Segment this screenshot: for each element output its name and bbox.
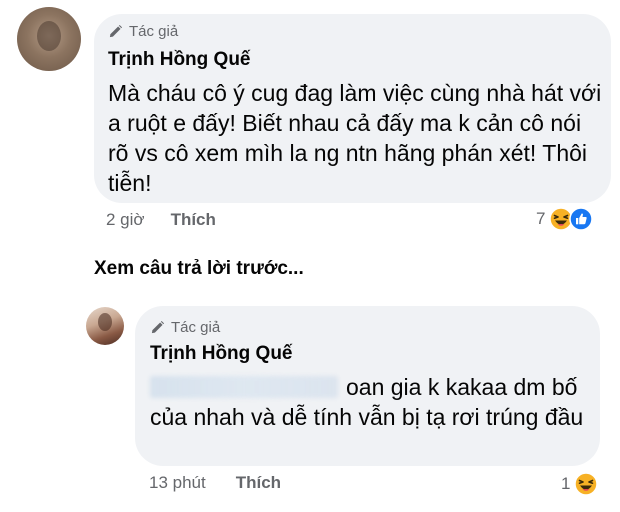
like-button[interactable]: Thích: [236, 473, 281, 493]
author-name-link[interactable]: Trịnh Hồng Quế: [108, 49, 251, 71]
comment-bubble: Tác giả Trịnh Hồng Quế oan gia k kakaa d…: [135, 306, 600, 466]
author-name-link[interactable]: Trịnh Hồng Quế: [150, 343, 293, 365]
like-button[interactable]: Thích: [171, 210, 216, 230]
blurred-mention: [150, 376, 338, 398]
reaction-summary[interactable]: 7: [536, 207, 594, 231]
author-badge-label: Tác giả: [171, 319, 221, 336]
pencil-icon: [109, 24, 123, 38]
haha-icon: [574, 472, 599, 496]
author-badge: Tác giả: [108, 23, 178, 40]
commenter-avatar[interactable]: [86, 307, 124, 345]
comment-text-block: oan gia k kakaa dm bố của nhah và dễ tín…: [150, 372, 590, 432]
comment-timestamp[interactable]: 13 phút: [149, 473, 206, 493]
comment-bubble: Tác giả Trịnh Hồng Quế Mà cháu cô ý cug …: [94, 14, 611, 203]
author-badge: Tác giả: [150, 319, 220, 336]
pencil-icon: [151, 320, 165, 334]
commenter-avatar[interactable]: [17, 7, 81, 71]
author-badge-label: Tác giả: [129, 23, 179, 40]
view-previous-replies-link[interactable]: Xem câu trả lời trước...: [94, 258, 304, 280]
comment-timestamp[interactable]: 2 giờ: [106, 210, 145, 230]
comment-meta: 2 giờ Thích: [106, 210, 216, 230]
reaction-count: 1: [561, 474, 571, 493]
reaction-count: 7: [536, 209, 546, 228]
comment-meta: 13 phút Thích: [149, 473, 281, 493]
comment-thread: Tác giả Trịnh Hồng Quế Mà cháu cô ý cug …: [0, 0, 620, 512]
comment-text: Mà cháu cô ý cug đag làm việc cùng nhà h…: [108, 80, 602, 196]
like-icon: [569, 207, 594, 231]
reaction-summary[interactable]: 1: [561, 472, 599, 496]
